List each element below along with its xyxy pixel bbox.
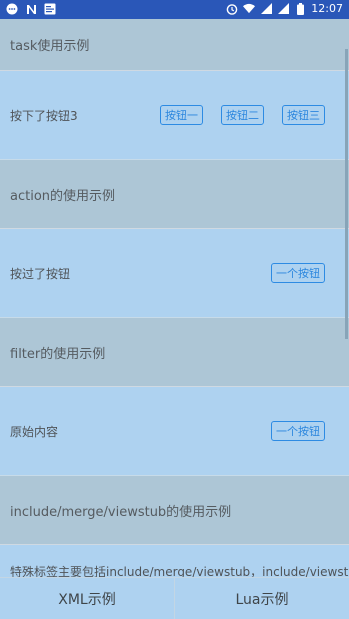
section-text: 按过了按钮 [10, 266, 71, 281]
action-button[interactable]: 一个按钮 [271, 263, 325, 283]
section-body-task: 按下了按钮3 按钮一 按钮二 按钮三 [0, 71, 349, 160]
xml-example-label: XML示例 [58, 591, 116, 608]
wifi-icon [243, 3, 256, 15]
section-title: action的使用示例 [10, 188, 116, 204]
section-title: task使用示例 [10, 39, 90, 54]
status-time: 12:07 [311, 2, 343, 15]
section-title: filter的使用示例 [10, 346, 106, 362]
section-body-filter: 原始内容 一个按钮 [0, 387, 349, 476]
n-icon [25, 3, 37, 15]
section-body-action: 按过了按钮 一个按钮 [0, 229, 349, 318]
lua-example-label: Lua示例 [235, 591, 289, 608]
bottom-bar: XML示例 Lua示例 [0, 577, 349, 619]
section-title: include/merge/viewstub的使用示例 [10, 504, 232, 520]
section-text: 原始内容 [10, 424, 59, 439]
section-text: 特殊标签主要包括include/merge/viewstub，include/v… [10, 565, 349, 577]
battery-icon [294, 2, 306, 15]
message-icon [6, 3, 18, 15]
filter-button[interactable]: 一个按钮 [271, 421, 325, 441]
scroll-content[interactable]: task使用示例 按下了按钮3 按钮一 按钮二 按钮三 action的使用示例 … [0, 19, 349, 577]
section-header-task: task使用示例 [0, 19, 349, 71]
alarm-icon [226, 3, 238, 15]
lua-example-button[interactable]: Lua示例 [174, 577, 349, 619]
xml-example-button[interactable]: XML示例 [0, 577, 174, 619]
notification-icon [44, 3, 56, 15]
button-one[interactable]: 按钮一 [160, 105, 203, 125]
signal-icon [277, 3, 289, 15]
scrollbar[interactable] [345, 49, 348, 339]
signal-icon [260, 3, 272, 15]
section-body-include: 特殊标签主要包括include/merge/viewstub，include/v… [0, 545, 349, 577]
button-three[interactable]: 按钮三 [282, 105, 325, 125]
section-header-include: include/merge/viewstub的使用示例 [0, 476, 349, 545]
status-bar: 12:07 [0, 0, 349, 19]
button-two[interactable]: 按钮二 [221, 105, 264, 125]
section-header-filter: filter的使用示例 [0, 318, 349, 387]
section-text: 按下了按钮3 [10, 108, 78, 123]
section-header-action: action的使用示例 [0, 160, 349, 229]
